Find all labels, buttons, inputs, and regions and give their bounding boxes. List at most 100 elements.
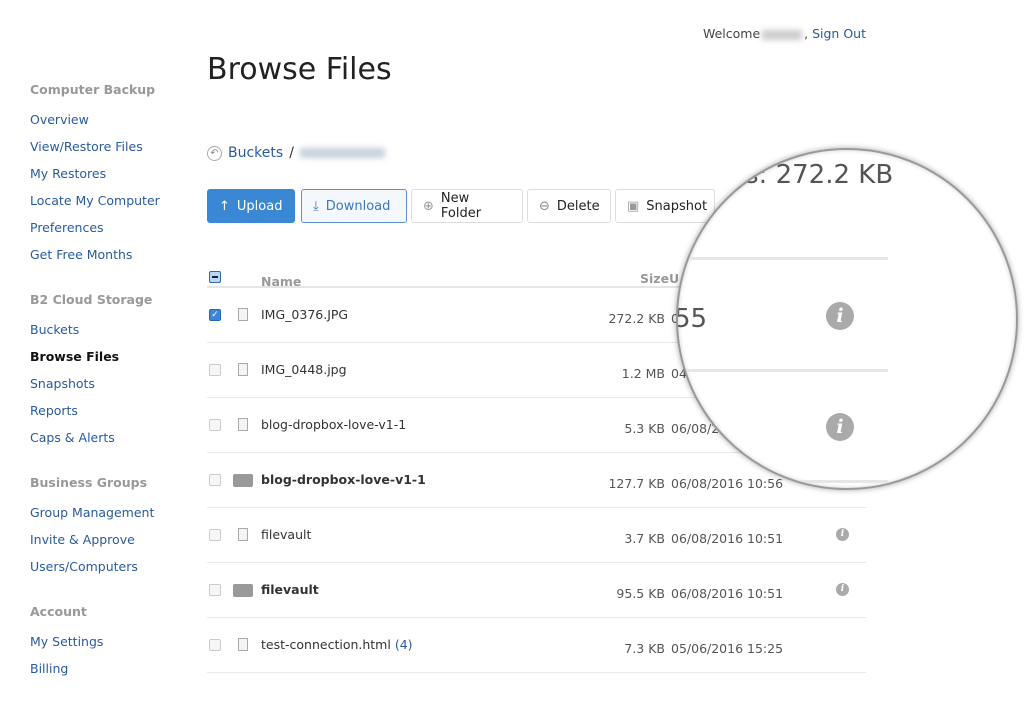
file-name[interactable]: test-connection.html (4) <box>261 637 413 652</box>
table-row[interactable]: test-connection.html (4) 7.3 KB 05/06/2016… <box>207 618 866 673</box>
info-icon[interactable]: i <box>826 302 854 330</box>
magnified-total-size: s: 272.2 KB <box>745 160 894 190</box>
table-row[interactable]: filevault 3.7 KB 06/08/2016 10:51 i <box>207 508 866 563</box>
file-size: 1.2 MB <box>621 366 665 381</box>
upload-button[interactable]: ↑ Upload <box>207 189 295 223</box>
download-button[interactable]: ⤓ Download <box>301 189 407 223</box>
file-icon <box>238 418 248 431</box>
sidebar-item-reports[interactable]: Reports <box>30 401 200 428</box>
upload-date: 05/06/2016 15:25 <box>671 641 784 656</box>
snapshot-label: Snapshot <box>646 198 708 214</box>
sidebar-section-title: Account <box>30 604 87 619</box>
sidebar-section-title: B2 Cloud Storage <box>30 292 153 307</box>
sidebar-section-title: Computer Backup <box>30 82 156 97</box>
file-size: 7.3 KB <box>624 641 665 656</box>
delete-label: Delete <box>556 198 600 214</box>
header-uploaded[interactable]: U <box>669 271 679 286</box>
file-name[interactable]: IMG_0448.jpg <box>261 362 347 377</box>
breadcrumb-buckets[interactable]: Buckets <box>228 145 283 161</box>
page-title: Browse Files <box>207 52 392 87</box>
welcome-bar: Welcome, Sign Out <box>702 26 866 41</box>
breadcrumb-separator: / <box>289 145 294 161</box>
bucket-name-blurred <box>299 148 385 158</box>
sidebar-item-my-restores[interactable]: My Restores <box>30 164 200 191</box>
info-icon[interactable]: i <box>826 413 854 441</box>
sidebar-item-overview[interactable]: Overview <box>30 110 200 137</box>
sidebar: Computer Backup Overview View/Restore File… <box>30 82 200 686</box>
sidebar-item-caps-alerts[interactable]: Caps & Alerts <box>30 428 200 455</box>
new-folder-button[interactable]: ⊕ New Folder <box>411 189 523 223</box>
breadcrumb: ↶ Buckets / <box>207 145 385 161</box>
upload-date: 06/08/2016 10:51 <box>671 586 784 601</box>
select-all-checkbox[interactable] <box>209 271 221 283</box>
folder-icon <box>233 474 253 487</box>
file-icon <box>238 528 248 541</box>
row-checkbox[interactable] <box>209 474 221 486</box>
sidebar-item-billing[interactable]: Billing <box>30 659 200 686</box>
header-name[interactable]: Name <box>261 274 301 289</box>
file-size: 127.7 KB <box>608 476 665 491</box>
toolbar: ↑ Upload ⤓ Download ⊕ New Folder ⊖ Delete ▣ S… <box>207 189 715 223</box>
magnified-date-fragment: 55 <box>676 304 708 334</box>
row-checkbox[interactable] <box>209 419 221 431</box>
file-size: 5.3 KB <box>624 421 665 436</box>
sidebar-item-users-computers[interactable]: Users/Computers <box>30 557 200 584</box>
file-name-text: IMG_0448.jpg <box>261 362 347 377</box>
row-checkbox[interactable]: ✓ <box>209 309 221 321</box>
header-size[interactable]: Size <box>640 271 669 286</box>
sidebar-item-my-settings[interactable]: My Settings <box>30 632 200 659</box>
sidebar-item-get-free-months[interactable]: Get Free Months <box>30 245 200 272</box>
versions-link[interactable]: (4) <box>395 637 413 652</box>
snapshot-button[interactable]: ▣ Snapshot <box>615 189 715 223</box>
sidebar-item-group-management[interactable]: Group Management <box>30 503 200 530</box>
row-checkbox[interactable] <box>209 364 221 376</box>
file-name-text: filevault <box>261 582 319 597</box>
file-name-text: IMG_0376.JPG <box>261 307 349 322</box>
sidebar-item-locate-my-computer[interactable]: Locate My Computer <box>30 191 200 218</box>
info-icon[interactable]: i <box>836 583 849 596</box>
download-icon: ⤓ <box>313 198 319 214</box>
file-name[interactable]: IMG_0376.JPG <box>261 307 348 322</box>
row-checkbox[interactable] <box>209 639 221 651</box>
upload-date: 06/08/2016 10:56 <box>671 476 784 491</box>
file-name-text: test-connection.html <box>261 637 391 652</box>
divider <box>678 480 888 483</box>
file-name-text: filevault <box>261 527 312 542</box>
sign-out-link[interactable]: Sign Out <box>812 26 866 41</box>
file-name-text: blog-dropbox-love-v1-1 <box>261 417 407 432</box>
row-checkbox[interactable] <box>209 584 221 596</box>
table-row[interactable]: filevault 95.5 KB 06/08/2016 10:51 i <box>207 563 866 618</box>
file-size: 3.7 KB <box>624 531 665 546</box>
folder-icon <box>233 584 253 597</box>
delete-button[interactable]: ⊖ Delete <box>527 189 611 223</box>
file-icon <box>238 308 248 321</box>
sidebar-item-view-restore-files[interactable]: View/Restore Files <box>30 137 200 164</box>
divider <box>678 369 888 372</box>
upload-label: Upload <box>236 198 283 214</box>
info-icon[interactable]: i <box>836 528 849 541</box>
sidebar-item-snapshots[interactable]: Snapshots <box>30 374 200 401</box>
file-name-text: blog-dropbox-love-v1-1 <box>261 472 426 487</box>
divider <box>678 257 888 260</box>
back-icon[interactable]: ↶ <box>207 145 222 161</box>
file-size: 272.2 KB <box>608 311 665 326</box>
sidebar-section-title: Business Groups <box>30 475 148 490</box>
sidebar-item-preferences[interactable]: Preferences <box>30 218 200 245</box>
sidebar-item-browse-files[interactable]: Browse Files <box>30 347 200 374</box>
file-icon <box>238 638 248 651</box>
magnifier-overlay: s: 272.2 KB 55 i i <box>676 148 1018 490</box>
file-name[interactable]: blog-dropbox-love-v1-1 <box>261 417 406 432</box>
welcome-text: Welcome <box>702 26 761 41</box>
folder-plus-icon: ⊕ <box>423 198 434 214</box>
sidebar-item-buckets[interactable]: Buckets <box>30 320 200 347</box>
download-label: Download <box>325 198 391 214</box>
upload-date: 06/08/2016 10:51 <box>671 531 784 546</box>
minus-circle-icon: ⊖ <box>539 198 550 214</box>
row-checkbox[interactable] <box>209 529 221 541</box>
sidebar-item-invite-approve[interactable]: Invite & Approve <box>30 530 200 557</box>
file-icon <box>238 363 248 376</box>
file-name[interactable]: blog-dropbox-love-v1-1 <box>261 472 426 487</box>
file-name[interactable]: filevault <box>261 582 319 597</box>
file-name[interactable]: filevault <box>261 527 311 542</box>
arrow-up-icon: ↑ <box>219 198 230 214</box>
